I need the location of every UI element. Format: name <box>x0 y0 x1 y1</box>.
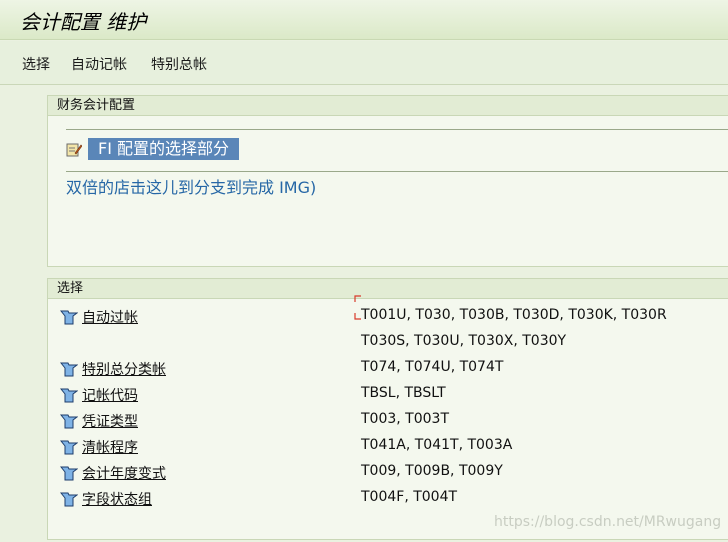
table-list: T001U, T030, T030B, T030D, T030K, T030R <box>361 307 667 323</box>
folder-node-icon <box>60 440 78 455</box>
fi-selection-label[interactable]: FI 配置的选择部分 <box>88 138 240 160</box>
selection-panel: 选择 自动过帐 T001U, T030, T030B, T030D, T030K… <box>47 278 728 540</box>
menu-special-gl[interactable]: 特别总帐 <box>151 54 207 74</box>
fi-config-panel: 财务会计配置 FI 配置的选择部分 双倍的店击这儿到分支到完成 IMG) <box>47 95 728 267</box>
watermark: https://blog.csdn.net/MRwugang <box>494 514 722 530</box>
pencil-note-icon <box>66 143 82 157</box>
table-list: T030S, T030U, T030X, T030Y <box>361 333 567 349</box>
folder-node-icon <box>60 362 78 377</box>
table-list: T009, T009B, T009Y <box>361 463 503 479</box>
folder-node-icon <box>60 414 78 429</box>
divider <box>66 129 728 130</box>
folder-node-icon <box>60 310 78 325</box>
window-title: 会计配置 维护 <box>20 10 147 34</box>
selection-panel-header: 选择 <box>48 279 728 299</box>
img-branch-link[interactable]: 双倍的店击这儿到分支到完成 IMG) <box>66 174 316 198</box>
fi-config-panel-header: 财务会计配置 <box>48 96 728 116</box>
tree-row-label[interactable]: 记帐代码 <box>82 385 138 405</box>
tree-row-label[interactable]: 凭证类型 <box>82 411 138 431</box>
table-list: T003, T003T <box>361 411 449 427</box>
tree-row-label[interactable]: 特别总分类帐 <box>82 359 166 379</box>
table-list: T004F, T004T <box>361 489 458 505</box>
tree-row-label[interactable]: 字段状态组 <box>82 489 152 509</box>
menu-select[interactable]: 选择 <box>22 54 50 74</box>
folder-node-icon <box>60 492 78 507</box>
menu-auto-posting[interactable]: 自动记帐 <box>71 54 127 74</box>
tree-row-label[interactable]: 清帐程序 <box>82 437 138 457</box>
table-list: TBSL, TBSLT <box>361 385 446 401</box>
table-list: T041A, T041T, T003A <box>361 437 513 453</box>
divider <box>66 171 728 172</box>
folder-node-icon <box>60 466 78 481</box>
menu-bar: 选择 自动记帐 特别总帐 <box>0 41 728 85</box>
tree-row-label[interactable]: 会计年度变式 <box>82 463 166 483</box>
tree-row-label[interactable]: 自动过帐 <box>82 307 138 327</box>
folder-node-icon <box>60 388 78 403</box>
table-list: T074, T074U, T074T <box>361 359 504 375</box>
title-bar: 会计配置 维护 <box>0 0 728 40</box>
